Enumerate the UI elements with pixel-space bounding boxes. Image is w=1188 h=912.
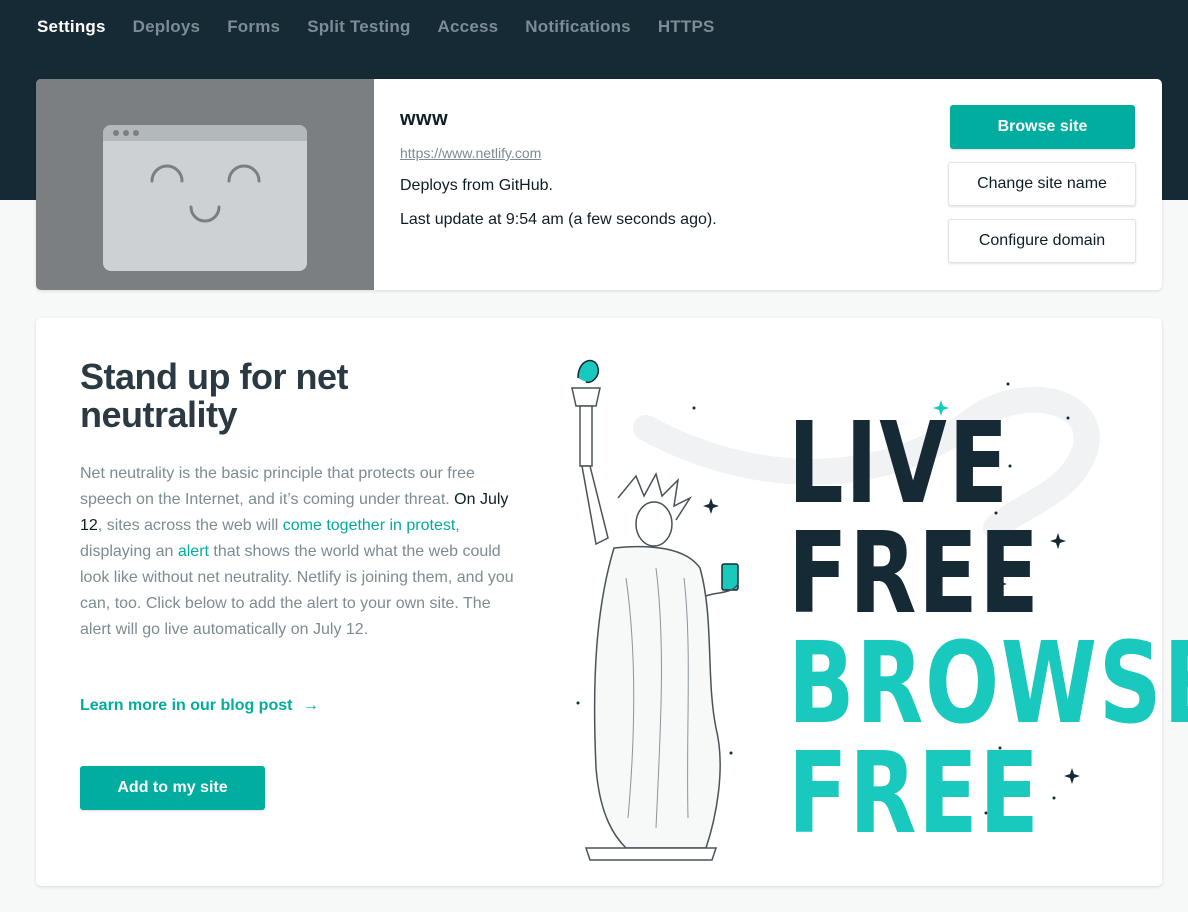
last-update: Last update at 9:54 am (a few seconds ag…: [400, 211, 717, 228]
blog-post-link-label: Learn more in our blog post: [80, 697, 293, 714]
browser-titlebar: [103, 125, 307, 141]
promo-body-text: Net neutrality is the basic principle th…: [80, 465, 475, 508]
poster-word-live: LIVE: [788, 399, 1010, 529]
poster-word-free-2: FREE: [788, 729, 1041, 859]
live-free-browse-free-illustration: LIVE FREE BROWSE FREE: [556, 348, 1188, 868]
site-overview-card: www https://www.netlify.com Deploys from…: [36, 79, 1162, 290]
smiley-face-icon: [150, 164, 261, 223]
arrow-right-icon: →: [302, 697, 319, 714]
tab-deploys[interactable]: Deploys: [133, 16, 201, 38]
browse-site-button[interactable]: Browse site: [950, 105, 1135, 149]
site-nav-tabs: Settings Deploys Forms Split Testing Acc…: [37, 16, 742, 38]
promo-title: Stand up for net neutrality: [80, 356, 348, 435]
net-neutrality-card: Stand up for net neutrality Net neutrali…: [36, 318, 1188, 886]
promo-body: Net neutrality is the basic principle th…: [80, 461, 520, 643]
add-to-my-site-button[interactable]: Add to my site: [80, 766, 265, 810]
come-together-link[interactable]: come together in protest: [283, 517, 456, 534]
site-name: www: [400, 108, 449, 130]
browser-window-icon: [103, 125, 307, 271]
tab-forms[interactable]: Forms: [227, 16, 280, 38]
tab-split-testing[interactable]: Split Testing: [307, 16, 410, 38]
change-site-name-button[interactable]: Change site name: [948, 162, 1136, 206]
tab-access[interactable]: Access: [438, 16, 499, 38]
tab-notifications[interactable]: Notifications: [525, 16, 631, 38]
site-screenshot-placeholder: [36, 79, 374, 290]
configure-domain-button[interactable]: Configure domain: [948, 219, 1136, 263]
alert-link[interactable]: alert: [178, 543, 209, 560]
poster-word-free: FREE: [788, 509, 1041, 639]
tab-settings[interactable]: Settings: [37, 16, 106, 38]
tab-https[interactable]: HTTPS: [658, 16, 715, 38]
poster-word-browse: BROWSE: [788, 619, 1188, 749]
blog-post-link[interactable]: Learn more in our blog post →: [80, 697, 319, 715]
deploy-source: Deploys from GitHub.: [400, 177, 553, 194]
site-url-link[interactable]: https://www.netlify.com: [400, 145, 541, 161]
promo-body-text: , sites across the web will: [97, 517, 283, 534]
